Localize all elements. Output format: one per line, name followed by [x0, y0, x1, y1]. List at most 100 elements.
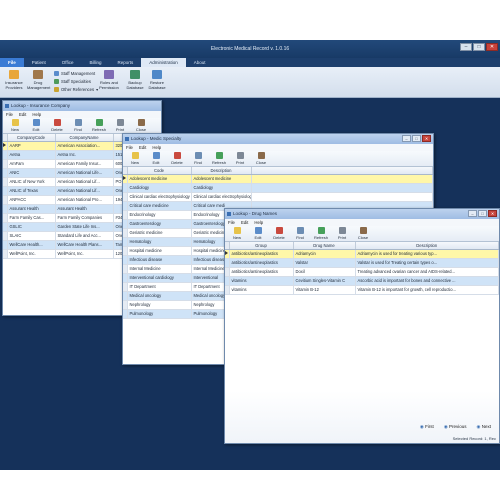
first-button[interactable]: ◉ First: [420, 424, 434, 430]
table-cell[interactable]: AmFam: [7, 159, 56, 169]
column-header[interactable]: Description: [355, 242, 499, 250]
table-row[interactable]: Adolescent medicine Adolescent medicine: [123, 174, 433, 184]
print-button[interactable]: Print: [333, 227, 351, 240]
minimize-button[interactable]: –: [468, 210, 477, 217]
table-cell[interactable]: Garden State Life Ins...: [55, 222, 114, 232]
delete-button[interactable]: Delete: [270, 227, 288, 240]
table-cell[interactable]: American Association...: [55, 141, 114, 151]
staff-management-button[interactable]: Staff Management: [54, 71, 95, 76]
print-button[interactable]: Print: [231, 152, 249, 165]
menu-edit[interactable]: Edit: [241, 219, 248, 226]
table-cell[interactable]: American National Life...: [55, 168, 114, 178]
table-cell[interactable]: American National Lif...: [55, 177, 114, 187]
tab-office[interactable]: Office: [54, 58, 82, 67]
table-cell[interactable]: Nephrology: [127, 300, 192, 310]
table-cell[interactable]: Treating advanced ovarian cancer and AID…: [355, 267, 499, 277]
edit-button[interactable]: Edit: [249, 227, 267, 240]
table-cell[interactable]: Interventional cardiology: [127, 273, 192, 283]
table-cell[interactable]: ANPACC: [7, 195, 56, 205]
refresh-button[interactable]: Refresh: [210, 152, 228, 165]
table-cell[interactable]: Assurant Health: [7, 204, 56, 214]
table-row[interactable]: vitamins Cevitium Singles-Vitamin C Ascorb…: [225, 276, 499, 286]
menu-file[interactable]: File: [126, 144, 133, 151]
menu-edit[interactable]: Edit: [19, 111, 26, 118]
table-cell[interactable]: Valstar: [293, 258, 356, 268]
table-cell[interactable]: WellCare Health Plans...: [55, 240, 114, 250]
table-cell[interactable]: Standard Life and Acc...: [55, 231, 114, 241]
other-references-button[interactable]: Other References ▾: [54, 87, 98, 92]
table-row[interactable]: antibiotics/antineoplastics Doxil Treating…: [225, 267, 499, 277]
table-row[interactable]: antibiotics/antineoplastics Valstar Valsta…: [225, 258, 499, 268]
close-window-button[interactable]: Close: [252, 152, 270, 165]
close-button[interactable]: ✕: [488, 210, 497, 217]
table-cell[interactable]: Cardiology: [191, 183, 252, 193]
table-cell[interactable]: Assurant Health: [55, 204, 114, 214]
table-cell[interactable]: Clinical cardiac electrophysiology: [127, 192, 192, 202]
table-cell[interactable]: Medical oncology: [127, 291, 192, 301]
edit-button[interactable]: Edit: [27, 119, 45, 132]
table-cell[interactable]: ANLIC of New York: [7, 177, 56, 187]
column-header[interactable]: Group: [229, 242, 294, 250]
column-header[interactable]: Code: [127, 167, 192, 175]
maximize-button[interactable]: □: [473, 43, 485, 51]
minimize-button[interactable]: –: [402, 135, 411, 142]
refresh-button[interactable]: Refresh: [312, 227, 330, 240]
close-button[interactable]: ✕: [422, 135, 431, 142]
table-cell[interactable]: Geriatric medicine: [127, 228, 192, 238]
table-cell[interactable]: WellPoint, Inc.: [55, 249, 114, 259]
new-button[interactable]: New: [126, 152, 144, 165]
close-window-button[interactable]: Close: [132, 119, 150, 132]
menu-file[interactable]: File: [6, 111, 13, 118]
table-cell[interactable]: AARP: [7, 141, 56, 151]
tab-file[interactable]: File: [0, 58, 24, 67]
tab-administration[interactable]: Administration: [141, 58, 186, 67]
menu-help[interactable]: Help: [152, 144, 161, 151]
minimize-button[interactable]: –: [460, 43, 472, 51]
menu-help[interactable]: Help: [254, 219, 263, 226]
table-cell[interactable]: IT Department: [127, 282, 192, 292]
table-cell[interactable]: antibiotics/antineoplastics: [229, 267, 294, 277]
close-window-button[interactable]: Close: [354, 227, 372, 240]
menu-edit[interactable]: Edit: [139, 144, 146, 151]
table-cell[interactable]: WellPoint, Inc.: [7, 249, 56, 259]
table-cell[interactable]: ANLIC of Texas: [7, 186, 56, 196]
table-cell[interactable]: Gastroenterology: [127, 219, 192, 229]
table-cell[interactable]: WellCare Health...: [7, 240, 56, 250]
find-button[interactable]: Find: [189, 152, 207, 165]
tab-billing[interactable]: Billing: [81, 58, 109, 67]
table-cell[interactable]: Adriamycin: [293, 249, 356, 259]
print-button[interactable]: Print: [111, 119, 129, 132]
table-cell[interactable]: Valstar is used for Treating certain typ…: [355, 258, 499, 268]
backup-database-button[interactable]: Backup Database: [124, 70, 146, 90]
new-button[interactable]: New: [228, 227, 246, 240]
table-cell[interactable]: antibiotics/antineoplastics: [229, 249, 294, 259]
table-cell[interactable]: vitamins: [229, 285, 294, 295]
table-cell[interactable]: Adriamycin is used for treating various …: [355, 249, 499, 259]
table-cell[interactable]: Infectious disease: [127, 255, 192, 265]
table-cell[interactable]: Farm Family Companies: [55, 213, 114, 223]
table-cell[interactable]: Adolescent medicine: [127, 174, 192, 184]
column-header[interactable]: Drug Name: [293, 242, 356, 250]
maximize-button[interactable]: □: [478, 210, 487, 217]
insurance-providers-button[interactable]: Insurance Providers: [3, 70, 25, 90]
column-header[interactable]: CompanyName: [55, 134, 114, 142]
table-cell[interactable]: Endocrinology: [127, 210, 192, 220]
menu-help[interactable]: Help: [32, 111, 41, 118]
table-row[interactable]: antibiotics/antineoplastics Adriamycin Adr…: [225, 249, 499, 259]
find-button[interactable]: Find: [291, 227, 309, 240]
new-button[interactable]: New: [6, 119, 24, 132]
table-cell[interactable]: Critical care medicine: [127, 201, 192, 211]
find-button[interactable]: Find: [69, 119, 87, 132]
table-row[interactable]: Cardiology Cardiology: [123, 183, 433, 193]
table-cell[interactable]: vitamins: [229, 276, 294, 286]
table-cell[interactable]: American Family Insur...: [55, 159, 114, 169]
roles-permission-button[interactable]: Roles and Permission: [98, 70, 120, 90]
next-button[interactable]: ◉ Next: [477, 424, 491, 430]
table-cell[interactable]: Aetna Inc.: [55, 150, 114, 160]
column-header[interactable]: Description: [191, 167, 252, 175]
table-cell[interactable]: Aetna: [7, 150, 56, 160]
table-cell[interactable]: SLAIC: [7, 231, 56, 241]
table-row[interactable]: vitamins Vitamin B-12 Vitamin B-12 is impo…: [225, 285, 499, 295]
menu-file[interactable]: File: [228, 219, 235, 226]
delete-button[interactable]: Delete: [168, 152, 186, 165]
